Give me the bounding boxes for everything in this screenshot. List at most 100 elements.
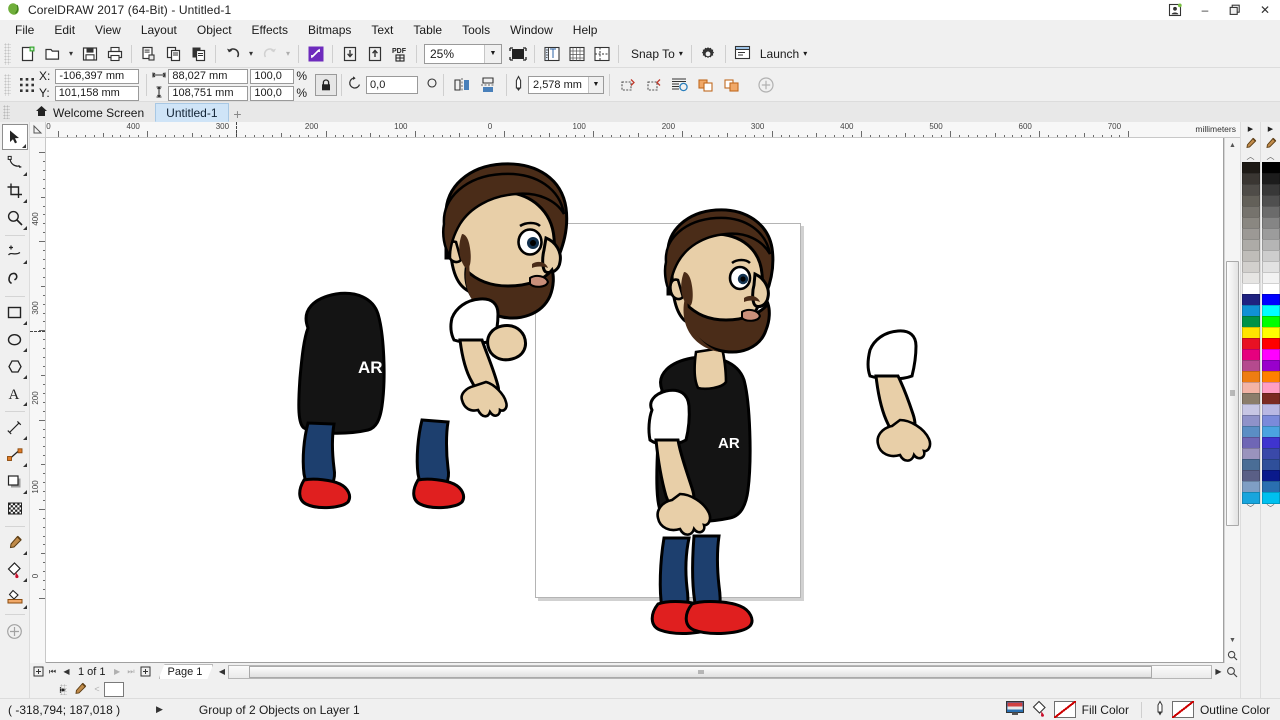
interactive-fill-tool[interactable] [2,557,28,583]
palette-scroll-up-a[interactable]: ︿ [1241,151,1261,162]
save-document-icon[interactable] [77,42,102,66]
vscroll-track-bottom[interactable] [1225,526,1241,634]
wrap-paragraph-text-icon[interactable] [667,72,693,98]
menu-edit[interactable]: Edit [44,21,85,39]
parallel-dimension-tool[interactable] [2,415,28,441]
to-front-of-layer-icon[interactable] [615,72,641,98]
artistic-media-tool[interactable] [2,266,28,292]
chevron-down-icon[interactable]: ▼ [484,44,501,63]
scroll-left-button[interactable]: ◀ [215,665,228,679]
new-document-icon[interactable] [15,42,40,66]
restore-button[interactable] [1220,0,1250,20]
drawing-canvas[interactable]: AR AR [46,138,1224,663]
zoom-level-combo[interactable]: 25% ▼ [424,43,502,64]
horizontal-guideline[interactable] [30,331,45,332]
palette-arrow-icon[interactable]: ▶ [1241,122,1261,136]
mirror-vertically-icon[interactable] [475,72,501,98]
search-content-icon[interactable] [303,42,328,66]
show-rulers-icon[interactable] [539,42,564,66]
color-proof-icon[interactable] [1005,700,1025,720]
account-icon[interactable] [1160,0,1190,20]
copy-icon[interactable] [161,42,186,66]
outline-color-swatch[interactable] [1171,701,1194,718]
hscroll-track[interactable] [228,664,1212,679]
horizontal-scrollbar[interactable]: ◀ ▶ [215,664,1238,679]
menu-help[interactable]: Help [563,21,608,39]
horizontal-ruler[interactable]: millimeters 500 400 300 200 100 0 100 200 300 400… [46,122,1240,138]
vscroll-track-top[interactable] [1225,153,1241,261]
options-gear-icon[interactable] [696,42,721,66]
fill-color-icon[interactable] [1031,700,1048,720]
zoom-tool[interactable] [2,205,28,231]
drop-shadow-tool[interactable] [2,469,28,495]
palette-white-swatch[interactable] [104,681,124,697]
x-position-input[interactable]: -106,397 mm [55,68,140,84]
outline-pen-icon[interactable] [1154,699,1166,720]
palette-scroll-up-b[interactable]: ︿ [1261,151,1280,162]
open-document-icon[interactable] [40,42,65,66]
launch-button[interactable]: Launch ▾ [730,42,811,66]
smart-fill-tool[interactable] [2,584,28,610]
eyedropper-icon[interactable] [70,682,90,696]
crop-tool[interactable] [2,178,28,204]
quick-customize-button[interactable] [2,618,28,644]
show-grid-icon[interactable] [564,42,589,66]
previous-page-icon[interactable]: ◀ [60,665,73,679]
propertybar-grip[interactable] [4,73,11,96]
zoom-one-to-one-button[interactable] [1225,665,1238,679]
toolbar-grip[interactable] [4,42,11,65]
outline-width-combo[interactable]: 2,578 mm ▼ [528,75,605,94]
y-position-input[interactable]: 101,158 mm [54,85,139,101]
close-button[interactable]: ✕ [1250,0,1280,20]
to-front-of-page-icon[interactable] [693,72,719,98]
to-back-of-layer-icon[interactable] [641,72,667,98]
add-page-before-icon[interactable] [32,665,45,679]
object-height-input[interactable]: 108,751 mm [168,85,249,101]
import-icon[interactable] [337,42,362,66]
ellipse-tool[interactable] [2,327,28,353]
first-page-icon[interactable]: ⏮ [46,665,59,679]
menu-tools[interactable]: Tools [452,21,500,39]
ruler-origin-button[interactable] [30,122,46,138]
chevron-down-icon[interactable]: ▼ [588,76,604,93]
vertical-scroll-thumb[interactable] [1226,260,1239,526]
open-dropdown-caret-icon[interactable]: ▾ [65,42,77,66]
menu-text[interactable]: Text [361,21,403,39]
color-eyedropper-tool[interactable] [2,530,28,556]
page-tab-page-1[interactable]: Page 1 [159,664,214,679]
undo-icon[interactable] [220,42,245,66]
full-screen-preview-icon[interactable] [505,42,530,66]
fill-color-swatch[interactable] [1053,701,1076,718]
show-guides-icon[interactable] [589,42,614,66]
pick-tool[interactable] [1,124,28,150]
publish-pdf-icon[interactable]: PDF [387,42,412,66]
redo-icon[interactable] [257,42,282,66]
scroll-up-button[interactable]: ▲ [1224,138,1241,153]
tab-welcome-screen[interactable]: Welcome Screen [24,103,155,122]
horizontal-scroll-thumb[interactable] [249,665,1153,678]
transparency-tool[interactable] [2,496,28,522]
add-tab-button[interactable]: + [229,106,247,122]
eyedropper-icon[interactable] [1241,136,1261,151]
expand-arrow-icon[interactable]: ▶ [150,704,169,715]
rotation-angle-input[interactable]: 0,0 [366,75,419,94]
freehand-tool[interactable] [2,239,28,265]
add-icon[interactable] [753,72,779,98]
print-icon[interactable] [102,42,127,66]
vertical-ruler[interactable]: 5004003002001000 [30,138,46,663]
undo-dropdown-caret-icon[interactable]: ▾ [245,42,257,66]
lock-ratio-icon[interactable] [315,73,338,96]
shape-tool[interactable] [2,151,28,177]
to-back-of-page-icon[interactable] [719,72,745,98]
scroll-down-button[interactable]: ▼ [1224,633,1241,648]
menu-window[interactable]: Window [500,21,563,39]
redo-dropdown-caret-icon[interactable]: ▾ [282,42,294,66]
vertical-guideline[interactable] [236,122,237,137]
object-width-input[interactable]: 88,027 mm [168,68,249,84]
palette-back-icon[interactable]: < [90,684,104,694]
rectangle-tool[interactable] [2,300,28,326]
straight-line-connector-tool[interactable] [2,442,28,468]
menu-file[interactable]: File [5,21,44,39]
palette-arrow-icon[interactable]: ▶ [1261,122,1280,136]
tab-untitled-1[interactable]: Untitled-1 [155,103,229,122]
